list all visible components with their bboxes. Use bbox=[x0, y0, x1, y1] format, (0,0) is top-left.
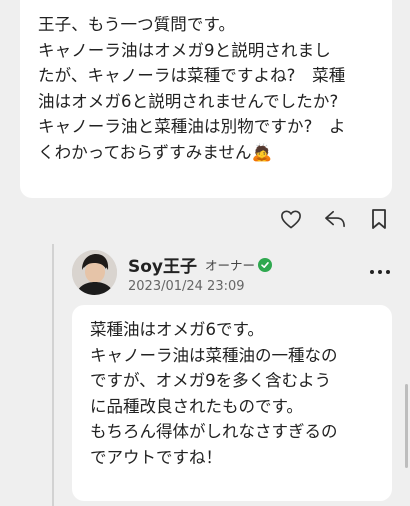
author-name[interactable]: Soy王子 bbox=[128, 252, 197, 277]
reply-header: Soy王子 オーナー 2023/01/24 23:09 bbox=[72, 250, 392, 300]
bookmark-icon bbox=[372, 209, 386, 229]
thread-line bbox=[52, 244, 54, 506]
question-comment-bubble: 王子、もう一つ質問です。 キャノーラ油はオメガ9と説明されまし たが、キャノーラ… bbox=[20, 0, 392, 198]
more-dot-icon bbox=[378, 270, 382, 274]
heart-icon bbox=[281, 210, 301, 229]
reply-comment-bubble: 菜種油はオメガ6です。 キャノーラ油は菜種油の一種なの ですが、オメガ9を多く含… bbox=[72, 305, 392, 501]
owner-badge-label: オーナー bbox=[205, 258, 256, 273]
reply-arrow-icon bbox=[325, 210, 345, 228]
like-button[interactable] bbox=[278, 206, 304, 232]
comment-action-bar bbox=[278, 206, 392, 232]
question-text: 王子、もう一つ質問です。 キャノーラ油はオメガ9と説明されまし たが、キャノーラ… bbox=[38, 15, 346, 162]
more-options-button[interactable] bbox=[370, 270, 390, 274]
more-dot-icon bbox=[386, 270, 390, 274]
more-dot-icon bbox=[370, 270, 374, 274]
reply-button[interactable] bbox=[322, 206, 348, 232]
avatar[interactable] bbox=[72, 250, 117, 295]
verified-check-icon bbox=[258, 257, 273, 272]
author-row: Soy王子 オーナー bbox=[128, 252, 273, 277]
bookmark-button[interactable] bbox=[366, 206, 392, 232]
profile-photo-icon bbox=[72, 250, 117, 295]
reply-text: 菜種油はオメガ6です。 キャノーラ油は菜種油の一種なの ですが、オメガ9を多く含… bbox=[90, 320, 338, 467]
owner-badge: オーナー bbox=[205, 255, 273, 274]
scrollbar[interactable] bbox=[405, 384, 408, 468]
comment-thread: 王子、もう一つ質問です。 キャノーラ油はオメガ9と説明されまし たが、キャノーラ… bbox=[0, 0, 410, 506]
reply-timestamp: 2023/01/24 23:09 bbox=[128, 279, 245, 294]
